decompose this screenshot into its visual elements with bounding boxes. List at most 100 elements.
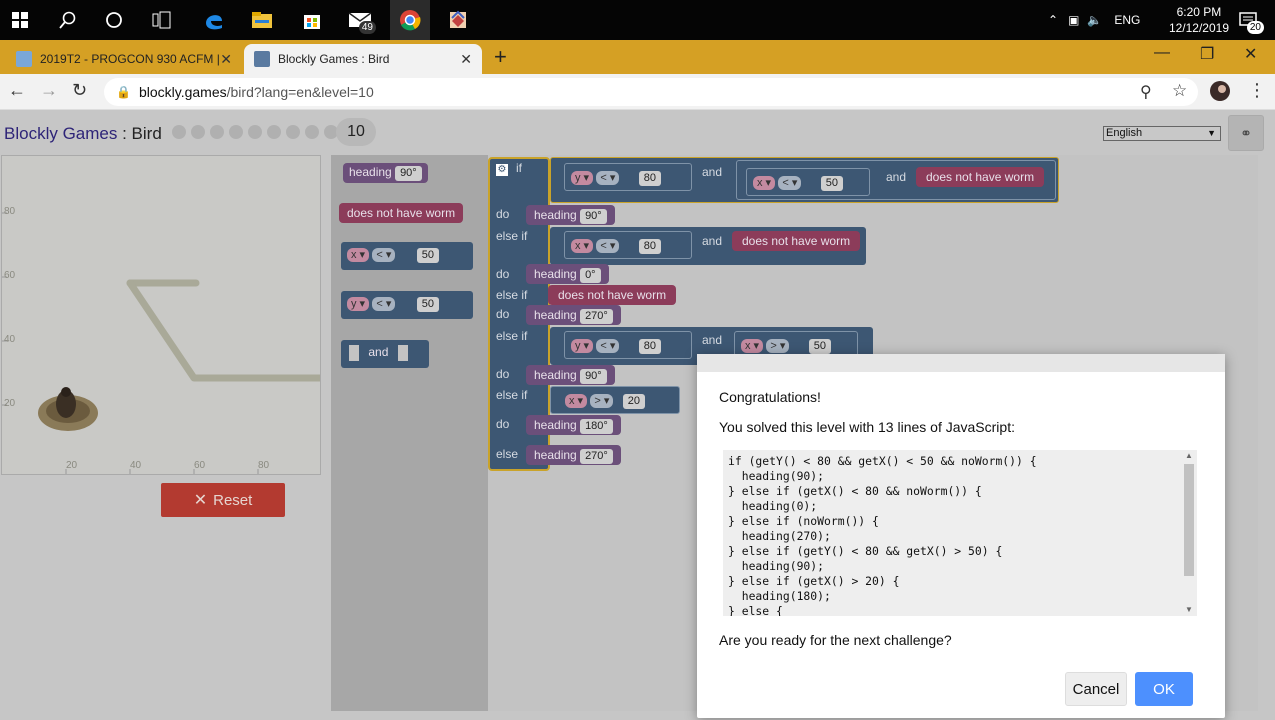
var-field[interactable]: y ▾ xyxy=(347,297,370,311)
compare-block[interactable]: x ▾ < ▾ 50 xyxy=(746,168,870,196)
block-number[interactable]: 270° xyxy=(580,449,613,464)
block-number[interactable]: 20 xyxy=(622,394,646,409)
close-tab-icon[interactable]: ✕ xyxy=(460,51,472,68)
edge-icon[interactable] xyxy=(196,4,232,36)
chrome-icon[interactable] xyxy=(392,4,428,36)
scroll-down-icon[interactable]: ▼ xyxy=(1185,605,1193,614)
no-worm-block[interactable]: does not have worm xyxy=(916,167,1045,187)
dialog-title-bar[interactable] xyxy=(697,354,1225,372)
back-button[interactable]: ← xyxy=(8,80,26,101)
op-field[interactable]: < ▾ xyxy=(372,248,396,262)
var-field[interactable]: x ▾ xyxy=(571,239,594,253)
block-number[interactable]: 80 xyxy=(638,171,662,186)
minimize-button[interactable]: — xyxy=(1154,44,1170,62)
toolbox-heading-block[interactable]: heading 90° xyxy=(343,163,428,183)
no-worm-block[interactable]: does not have worm xyxy=(548,285,677,305)
heading-block[interactable]: heading 180° xyxy=(526,415,621,435)
compare-block[interactable]: x ▾ > ▾ 20 xyxy=(550,386,680,414)
page-title[interactable]: Blockly Games : Bird xyxy=(4,124,162,144)
task-view-icon[interactable] xyxy=(144,4,180,36)
gear-icon[interactable]: ⚙ xyxy=(496,161,508,176)
var-field[interactable]: y ▾ xyxy=(571,171,594,185)
maximize-button[interactable]: ❐ xyxy=(1200,44,1214,64)
op-field[interactable]: < ▾ xyxy=(596,339,620,353)
file-explorer-icon[interactable] xyxy=(244,4,280,36)
code-scrollbar[interactable]: ▲ ▼ xyxy=(1183,451,1195,614)
title-link[interactable]: Blockly Games xyxy=(4,124,117,143)
no-worm-block[interactable]: does not have worm xyxy=(732,231,861,251)
level-dot[interactable] xyxy=(248,125,262,139)
profile-avatar[interactable] xyxy=(1210,81,1230,106)
language-indicator[interactable]: ENG xyxy=(1114,13,1140,27)
block-number[interactable]: 0° xyxy=(580,268,601,283)
block-number[interactable]: 80 xyxy=(638,239,662,254)
code-output[interactable]: if (getY() < 80 && getX() < 50 && noWorm… xyxy=(723,450,1197,616)
tab-progcon[interactable]: 2019T2 - PROGCON 930 ACFM | ✕ xyxy=(6,44,242,74)
new-tab-button[interactable]: + xyxy=(494,44,507,70)
level-dot[interactable] xyxy=(229,125,243,139)
var-field[interactable]: x ▾ xyxy=(565,394,588,408)
compare-block[interactable]: x ▾ < ▾ 80 xyxy=(564,231,692,259)
op-field[interactable]: < ▾ xyxy=(778,176,802,190)
level-dot[interactable] xyxy=(210,125,224,139)
search-icon[interactable] xyxy=(50,4,86,36)
toolbox-x-compare-block[interactable]: x ▾ < ▾ 50 xyxy=(341,242,473,270)
var-field[interactable]: x ▾ xyxy=(753,176,776,190)
op-field[interactable]: < ▾ xyxy=(596,171,620,185)
op-field[interactable]: > ▾ xyxy=(766,339,790,353)
heading-block[interactable]: heading 90° xyxy=(526,205,615,225)
op-field[interactable]: > ▾ xyxy=(590,394,614,408)
reload-button[interactable]: ↻ xyxy=(72,80,87,101)
heading-block[interactable]: heading 90° xyxy=(526,365,615,385)
var-field[interactable]: x ▾ xyxy=(347,248,370,262)
block-number[interactable]: 90° xyxy=(580,209,607,224)
heading-block[interactable]: heading 270° xyxy=(526,445,621,465)
windows-start-icon[interactable] xyxy=(2,4,38,36)
scrollbar-thumb[interactable] xyxy=(1184,464,1194,576)
block-number[interactable]: 80 xyxy=(638,339,662,354)
scroll-up-icon[interactable]: ▲ xyxy=(1185,451,1193,460)
cancel-button[interactable]: Cancel xyxy=(1065,672,1127,706)
level-dot[interactable] xyxy=(267,125,281,139)
link-button[interactable]: ⚭ xyxy=(1228,115,1264,151)
store-icon[interactable] xyxy=(294,4,330,36)
block-number[interactable]: 50 xyxy=(808,339,832,354)
clock[interactable]: 6:20 PM 12/12/2019 xyxy=(1169,4,1229,36)
heading-block[interactable]: heading 0° xyxy=(526,264,609,284)
chrome-menu-icon[interactable]: ⋮ xyxy=(1248,80,1266,101)
current-level-badge[interactable]: 10 xyxy=(336,118,376,146)
volume-icon[interactable]: 🔈 xyxy=(1087,13,1102,27)
notifications-icon[interactable]: 20 xyxy=(1230,4,1266,36)
zoom-icon[interactable]: ⚲ xyxy=(1140,82,1152,102)
var-field[interactable]: x ▾ xyxy=(741,339,764,353)
level-dot[interactable] xyxy=(305,125,319,139)
var-field[interactable]: y ▾ xyxy=(571,339,594,353)
level-dot[interactable] xyxy=(191,125,205,139)
level-dot[interactable] xyxy=(286,125,300,139)
url-input[interactable]: 🔒 blockly.games/bird?lang=en&level=10 xyxy=(104,78,1198,106)
mail-icon[interactable]: 49 xyxy=(342,4,378,36)
network-icon[interactable]: ▣ xyxy=(1068,13,1079,27)
block-number[interactable]: 270° xyxy=(580,309,613,324)
ok-button[interactable]: OK xyxy=(1135,672,1193,706)
language-select[interactable]: English ▼ xyxy=(1103,126,1221,141)
heading-block[interactable]: heading 270° xyxy=(526,305,621,325)
block-number[interactable]: 50 xyxy=(820,176,844,191)
reset-button[interactable]: ✕ Reset xyxy=(161,483,285,517)
level-dot[interactable] xyxy=(172,125,186,139)
compare-block[interactable]: y ▾ < ▾ 80 xyxy=(564,331,692,359)
compare-block[interactable]: y ▾ < ▾ 80 xyxy=(564,163,692,191)
block-number[interactable]: 50 xyxy=(416,248,440,263)
bookmark-star-icon[interactable]: ☆ xyxy=(1172,81,1187,101)
toolbox-and-block[interactable]: and xyxy=(341,340,429,368)
app-layers-icon[interactable] xyxy=(440,4,476,36)
chevron-up-icon[interactable]: ⌃ xyxy=(1048,13,1058,27)
tab-blockly-bird[interactable]: Blockly Games : Bird ✕ xyxy=(244,44,482,74)
close-tab-icon[interactable]: ✕ xyxy=(220,51,232,68)
forward-button[interactable]: → xyxy=(40,80,58,101)
close-window-button[interactable]: ✕ xyxy=(1244,44,1257,64)
toolbox-no-worm-block[interactable]: does not have worm xyxy=(339,203,464,223)
toolbox-y-compare-block[interactable]: y ▾ < ▾ 50 xyxy=(341,291,473,319)
block-number[interactable]: 90° xyxy=(395,166,422,181)
block-number[interactable]: 90° xyxy=(580,369,607,384)
